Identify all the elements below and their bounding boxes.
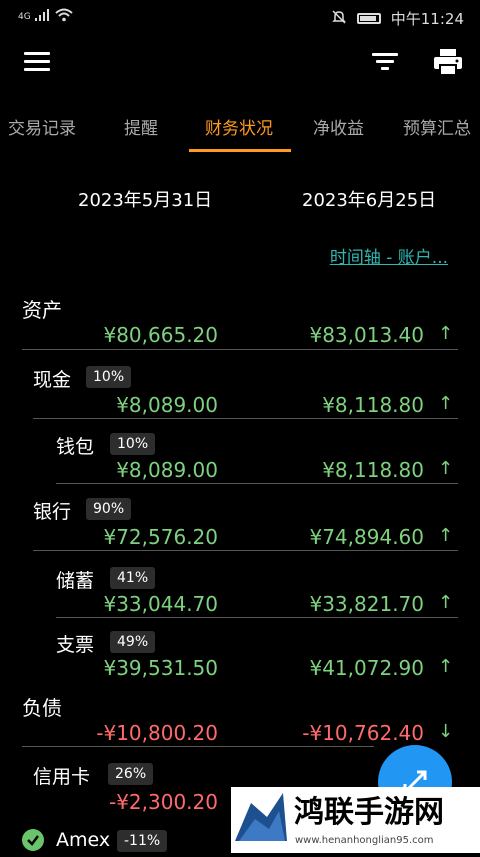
account-wallet-label[interactable]: 钱包	[56, 432, 94, 459]
account-savings-label[interactable]: 储蓄	[56, 566, 94, 593]
watermark-url: www.henanhonglian95.com	[295, 835, 434, 846]
divider	[56, 617, 458, 618]
percent-badge: 41%	[110, 567, 156, 589]
menu-icon[interactable]	[24, 52, 50, 72]
tab-transactions[interactable]: 交易记录	[8, 114, 76, 139]
tab-bar: 交易记录 提醒 财务状况 净收益 预算汇总	[0, 104, 480, 152]
divider	[33, 418, 458, 419]
status-left: 4G	[18, 8, 73, 25]
date-start[interactable]: 2023年5月31日	[78, 186, 212, 212]
check-value-end: ¥41,072.90	[309, 656, 424, 680]
check-value-start: ¥39,531.50	[103, 656, 218, 680]
percent-badge: 26%	[108, 763, 154, 785]
timeline-accounts-link[interactable]: 时间轴 - 账户...	[330, 243, 448, 268]
savings-value-end: ¥33,821.70	[309, 592, 424, 616]
account-cash-label[interactable]: 现金	[33, 365, 71, 392]
up-arrow-icon: ↑	[438, 393, 454, 414]
account-bank-label[interactable]: 银行	[33, 497, 71, 524]
tab-reminders[interactable]: 提醒	[124, 114, 158, 139]
up-arrow-icon: ↑	[438, 525, 454, 546]
network-type: 4G	[18, 11, 31, 22]
assets-title[interactable]: 资产	[22, 294, 62, 323]
bank-value-end: ¥74,894.60	[309, 525, 424, 549]
savings-value-start: ¥33,044.70	[103, 592, 218, 616]
watermark-title: 鸿联手游网	[294, 795, 444, 830]
liabilities-value-start: -¥10,800.20	[96, 721, 218, 745]
liabilities-value-end: -¥10,762.40	[302, 721, 424, 745]
mute-icon	[331, 9, 347, 29]
up-arrow-icon: ↑	[438, 323, 454, 344]
liabilities-title[interactable]: 负债	[22, 692, 62, 721]
active-tab-indicator	[189, 149, 291, 152]
wallet-value-end: ¥8,118.80	[322, 458, 424, 482]
percent-badge: 10%	[110, 433, 156, 455]
percent-badge: 10%	[86, 366, 132, 388]
wallet-value-start: ¥8,089.00	[116, 458, 218, 482]
battery-icon	[356, 13, 381, 24]
assets-value-end: ¥83,013.40	[309, 323, 424, 347]
status-bar: 4G 中午11:24	[0, 0, 480, 34]
filter-icon[interactable]	[372, 52, 398, 72]
tab-budget-summary[interactable]: 预算汇总	[403, 114, 471, 139]
divider	[56, 483, 458, 484]
credit-value-start: -¥2,300.20	[108, 790, 218, 814]
date-end[interactable]: 2023年6月25日	[302, 186, 436, 212]
percent-badge: 49%	[110, 631, 156, 653]
divider	[22, 746, 374, 747]
account-check-label[interactable]: 支票	[56, 630, 94, 657]
status-right: 中午11:24	[331, 8, 464, 29]
up-arrow-icon: ↑	[438, 458, 454, 479]
up-arrow-icon: ↑	[438, 592, 454, 613]
check-circle-icon	[22, 829, 44, 851]
print-icon[interactable]	[433, 48, 463, 76]
down-arrow-icon: ↓	[438, 721, 454, 742]
bank-value-start: ¥72,576.20	[103, 525, 218, 549]
divider	[22, 349, 458, 350]
percent-badge: 90%	[86, 498, 132, 520]
account-credit-card-label[interactable]: 信用卡	[33, 762, 90, 789]
watermark-logo: 鸿联手游网 www.henanhonglian95.com	[231, 787, 480, 853]
tab-financial-status[interactable]: 财务状况	[205, 114, 273, 139]
up-arrow-icon: ↑	[438, 656, 454, 677]
tab-net-income[interactable]: 净收益	[313, 114, 364, 139]
toolbar	[0, 40, 480, 84]
divider	[33, 550, 458, 551]
cash-value-end: ¥8,118.80	[322, 393, 424, 417]
wifi-icon	[55, 8, 73, 25]
assets-value-start: ¥80,665.20	[103, 323, 218, 347]
account-amex-label[interactable]: Amex	[56, 829, 110, 851]
percent-badge: -11%	[117, 830, 168, 852]
signal-icon	[34, 9, 51, 24]
status-time: 中午11:24	[390, 10, 464, 28]
cash-value-start: ¥8,089.00	[116, 393, 218, 417]
